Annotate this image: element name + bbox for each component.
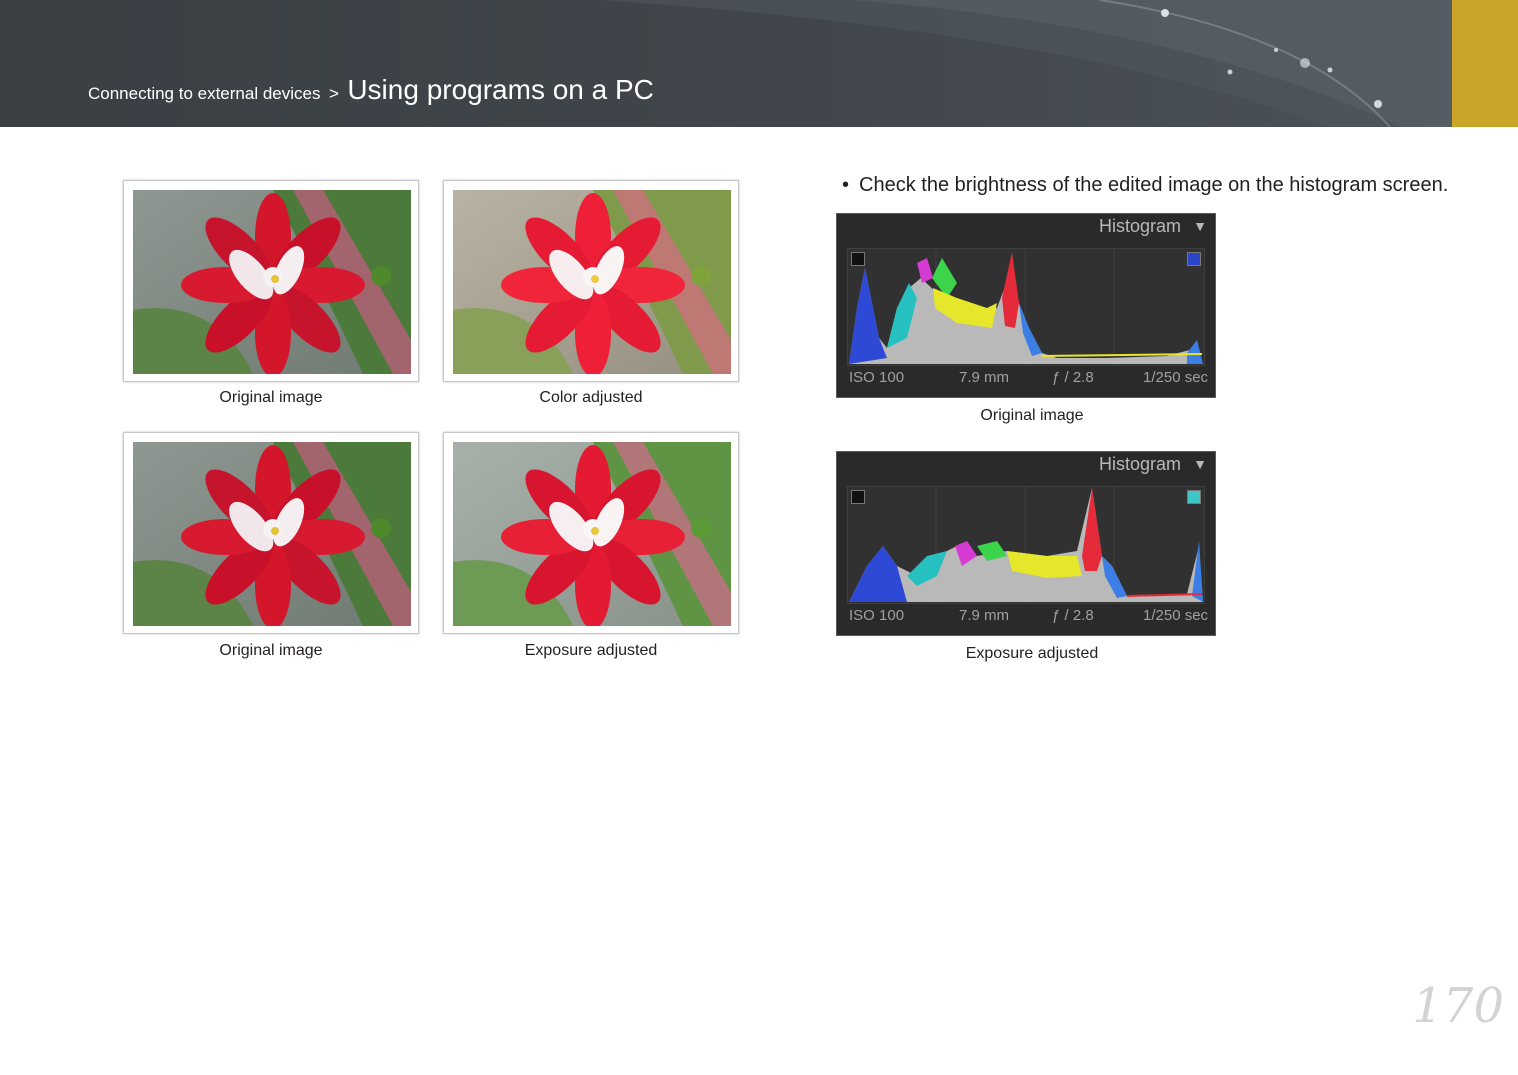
breadcrumb-parent: Connecting to external devices — [88, 84, 321, 103]
histogram-graph — [847, 248, 1205, 366]
histogram-aperture: ƒ / 2.8 — [1052, 607, 1094, 624]
breadcrumb: Connecting to external devices > Using p… — [88, 74, 654, 106]
highlight-clip-indicator-icon[interactable] — [1187, 252, 1201, 266]
histogram-caption: Exposure adjusted — [965, 645, 1099, 662]
bullet-symbol: • — [842, 174, 850, 196]
flower-photo-icon — [453, 190, 731, 374]
highlight-clip-indicator-icon[interactable] — [1187, 490, 1201, 504]
bullet-text: Check the brightness of the edited image… — [859, 174, 1449, 196]
page-header: Connecting to external devices > Using p… — [0, 0, 1452, 127]
instruction-bullet: • Check the brightness of the edited imag… — [842, 174, 1448, 197]
histogram-iso: ISO 100 — [849, 607, 905, 624]
flower-photo-icon — [453, 442, 731, 626]
photo-original-1 — [123, 180, 419, 382]
flower-photo-icon — [133, 442, 411, 626]
histogram-aperture: ƒ / 2.8 — [1052, 369, 1094, 386]
shadow-clip-indicator-icon[interactable] — [851, 252, 865, 266]
photo-exposure-adjusted — [443, 432, 739, 634]
photo-caption: Original image — [219, 389, 323, 406]
photo-color-adjusted — [443, 180, 739, 382]
histogram-focal-length: 7.9 mm — [959, 369, 1010, 386]
collapse-triangle-icon: ▼ — [1193, 456, 1207, 472]
shadow-clip-indicator-icon[interactable] — [851, 490, 865, 504]
chapter-tab — [1452, 0, 1518, 127]
histogram-title: Histogram — [1098, 216, 1181, 236]
collapse-triangle-icon: ▼ — [1193, 218, 1207, 234]
histogram-caption: Original image — [980, 407, 1084, 424]
histogram-panel-original: Histogram ▼ ISO 100 7.9 mm ƒ / 2.8 1/250… — [836, 213, 1216, 398]
photo-original-2 — [123, 432, 419, 634]
histogram-iso: ISO 100 — [849, 369, 905, 386]
page-number: 170 — [1412, 978, 1504, 1034]
histogram-shutter: 1/250 sec — [1143, 369, 1209, 386]
header-swoosh-decoration — [600, 0, 1452, 127]
flower-photo-icon — [133, 190, 411, 374]
page-title: Using programs on a PC — [347, 74, 654, 105]
photo-caption: Exposure adjusted — [524, 642, 658, 659]
histogram-title: Histogram — [1098, 454, 1181, 474]
photo-caption: Color adjusted — [539, 389, 643, 406]
histogram-shutter: 1/250 sec — [1143, 607, 1209, 624]
histogram-panel-exposure: Histogram ▼ ISO 100 7.9 mm ƒ / 2.8 1/250… — [836, 451, 1216, 636]
photo-caption: Original image — [219, 642, 323, 659]
histogram-focal-length: 7.9 mm — [959, 607, 1010, 624]
histogram-graph — [847, 486, 1205, 604]
breadcrumb-separator: > — [328, 84, 339, 103]
